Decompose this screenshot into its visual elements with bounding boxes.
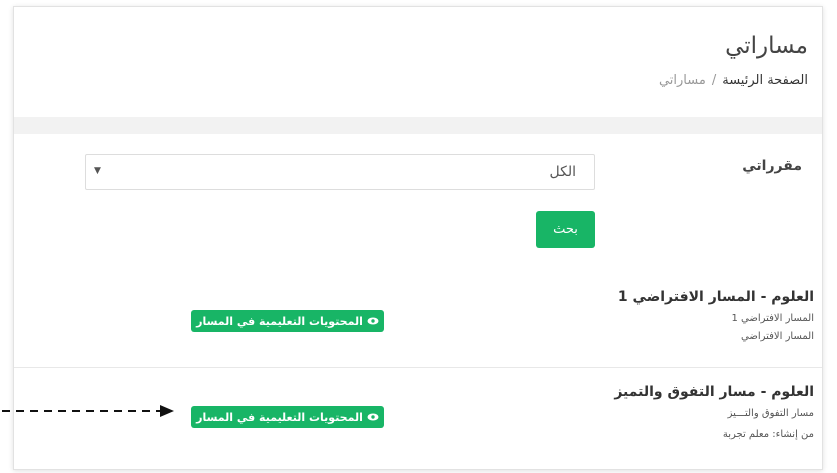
section-divider xyxy=(14,117,822,134)
track-contents-label: المحتويات التعليمية في المسار xyxy=(196,314,363,328)
track-type: المسار الافتراضي xyxy=(741,331,814,342)
track-contents-label: المحتويات التعليمية في المسار xyxy=(196,410,363,424)
track-item: العلوم - مسار التفوق والتميز مسار التفوق… xyxy=(14,368,822,469)
search-button[interactable]: بحث xyxy=(536,211,595,248)
breadcrumb-separator: / xyxy=(711,73,717,88)
track-title[interactable]: العلوم - مسار التفوق والتميز xyxy=(614,384,814,400)
courses-select-value: الكل xyxy=(549,164,577,180)
track-name: مسار التفوق والتـــيز xyxy=(727,408,814,419)
track-contents-button[interactable]: المحتويات التعليمية في المسار xyxy=(191,406,384,428)
page-title: مساراتي xyxy=(725,33,808,59)
dropdown-arrow-icon: ▼ xyxy=(94,166,101,176)
track-title[interactable]: العلوم - المسار الافتراضي 1 xyxy=(618,289,814,305)
track-item: العلوم - المسار الافتراضي 1 المسار الافت… xyxy=(14,273,822,368)
eye-icon xyxy=(367,413,379,421)
courses-filter-label: مقرراتي xyxy=(742,158,802,174)
tracks-panel: مساراتي الصفحة الرئيسة / مساراتي مقرراتي… xyxy=(13,6,823,470)
breadcrumb: الصفحة الرئيسة / مساراتي xyxy=(659,73,808,88)
eye-icon xyxy=(367,317,379,325)
track-name: المسار الافتراضي 1 xyxy=(731,313,814,324)
track-contents-button[interactable]: المحتويات التعليمية في المسار xyxy=(191,310,384,332)
breadcrumb-current: مساراتي xyxy=(658,73,706,88)
breadcrumb-home-link[interactable]: الصفحة الرئيسة xyxy=(722,73,808,88)
track-creator: من إنشاء: معلم تجربة xyxy=(722,429,814,440)
annotation-arrow-icon xyxy=(2,405,174,417)
courses-select[interactable]: الكل ▼ xyxy=(85,154,595,190)
